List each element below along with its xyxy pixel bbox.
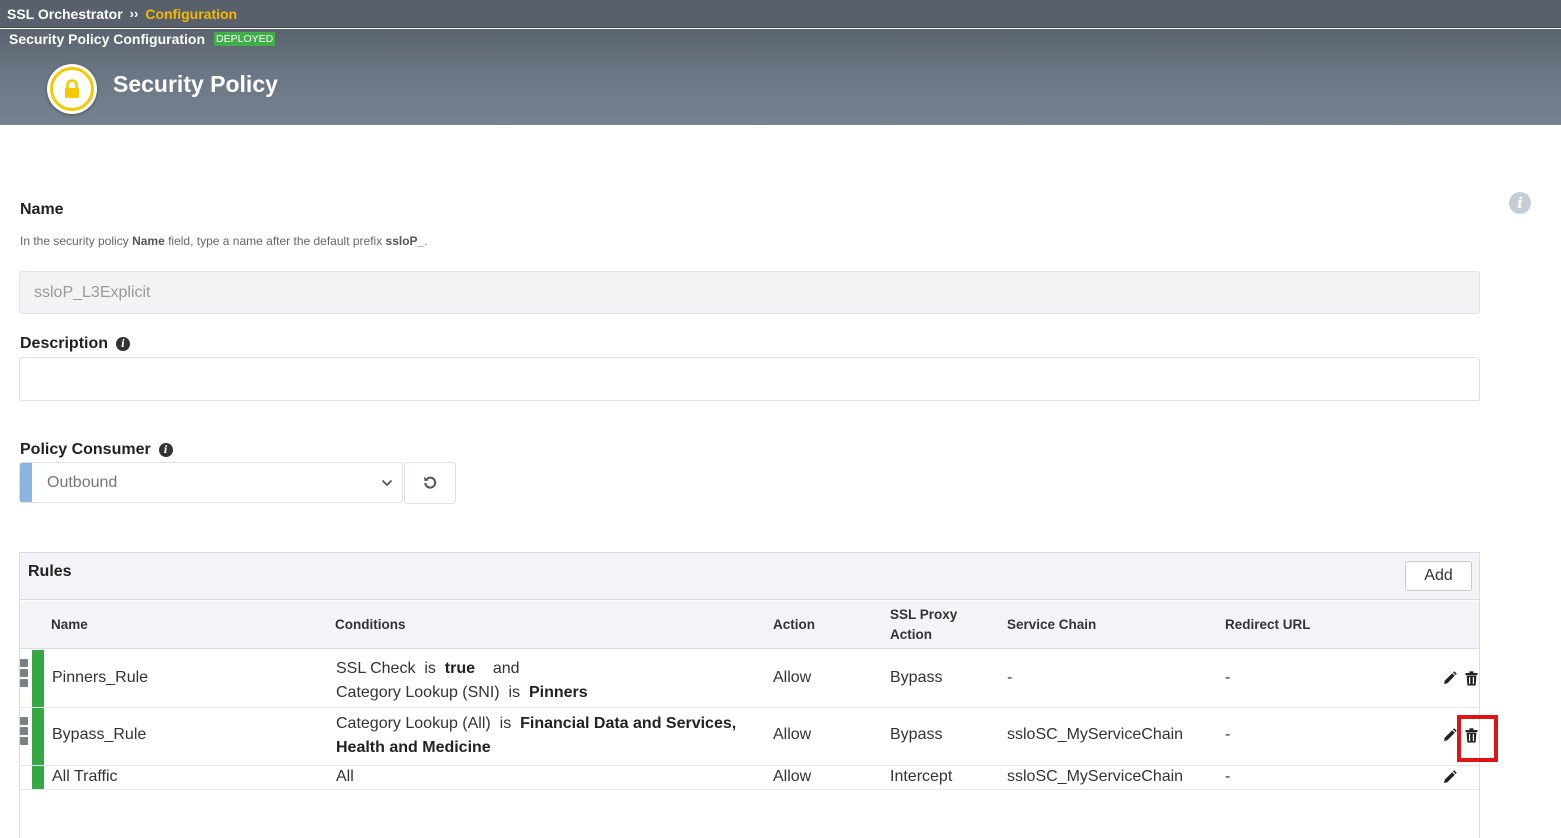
col-redirect-url[interactable]: Redirect URL bbox=[1225, 615, 1311, 635]
pencil-icon[interactable] bbox=[1442, 770, 1457, 785]
pencil-icon[interactable] bbox=[1442, 728, 1457, 743]
rule-conditions: All bbox=[336, 768, 354, 785]
name-label: Name bbox=[20, 201, 64, 219]
trash-icon[interactable] bbox=[1465, 671, 1478, 686]
rule-redirect-url: - bbox=[1225, 726, 1231, 743]
chevron-down-icon bbox=[372, 479, 402, 487]
rule-ssl-action: Intercept bbox=[890, 768, 953, 785]
rule-service-chain: ssloSC_MyServiceChain bbox=[1007, 768, 1184, 785]
rules-header: Rules Add bbox=[20, 553, 1479, 600]
breadcrumb-root[interactable]: SSL Orchestrator bbox=[7, 6, 123, 22]
rule-redirect-url: - bbox=[1225, 669, 1231, 686]
rules-panel: Rules Add Name Conditions Action SSL Pro… bbox=[19, 552, 1480, 838]
rule-name: All Traffic bbox=[52, 768, 118, 785]
status-badge: DEPLOYED bbox=[214, 32, 276, 46]
description-label: Description i bbox=[20, 335, 131, 353]
rule-redirect-url: - bbox=[1225, 768, 1231, 785]
add-rule-button[interactable]: Add bbox=[1405, 561, 1472, 591]
select-accent bbox=[20, 463, 32, 502]
table-row: Pinners_Rule SSL Check is true and Categ… bbox=[20, 650, 1479, 708]
description-input[interactable] bbox=[19, 357, 1480, 401]
breadcrumb-current[interactable]: Configuration bbox=[145, 6, 237, 22]
page-title: Security Policy bbox=[113, 71, 278, 97]
name-hint: In the security policy Name field, type … bbox=[20, 234, 428, 248]
col-action[interactable]: Action bbox=[773, 615, 815, 635]
rule-action: Allow bbox=[773, 726, 812, 743]
rule-conditions: SSL Check is true and Category Lookup (S… bbox=[336, 660, 588, 701]
description-label-text: Description bbox=[20, 335, 109, 352]
policy-consumer-label-text: Policy Consumer bbox=[20, 441, 151, 458]
undo-icon bbox=[424, 476, 437, 489]
table-row: Bypass_Rule Category Lookup (All) is Fin… bbox=[20, 708, 1479, 766]
row-actions bbox=[1442, 770, 1457, 785]
page-banner: Security Policy Configuration DEPLOYED S… bbox=[0, 29, 1561, 125]
pencil-icon[interactable] bbox=[1442, 671, 1457, 686]
rule-service-chain: ssloSC_MyServiceChain bbox=[1007, 726, 1184, 743]
rule-enabled-indicator bbox=[32, 708, 44, 765]
col-name[interactable]: Name bbox=[51, 615, 88, 635]
rule-action: Allow bbox=[773, 768, 812, 785]
lock-icon bbox=[47, 64, 97, 114]
rule-action: Allow bbox=[773, 669, 812, 686]
name-input-value: ssloP_L3Explicit bbox=[34, 283, 151, 301]
breadcrumb: SSL Orchestrator ›› Configuration bbox=[0, 0, 1561, 28]
rules-table-header: Name Conditions Action SSL Proxy Action … bbox=[20, 601, 1479, 649]
policy-consumer-label: Policy Consumer i bbox=[20, 441, 173, 459]
banner-subtitle: Security Policy Configuration DEPLOYED bbox=[9, 31, 276, 47]
policy-consumer-info-icon[interactable]: i bbox=[158, 443, 173, 457]
name-label-text: Name bbox=[20, 201, 64, 218]
rule-name: Bypass_Rule bbox=[52, 726, 147, 743]
col-conditions[interactable]: Conditions bbox=[335, 615, 406, 635]
rule-conditions: Category Lookup (All) is Financial Data … bbox=[336, 715, 737, 756]
col-service-chain[interactable]: Service Chain bbox=[1007, 615, 1096, 635]
info-icon[interactable]: i bbox=[1509, 192, 1531, 214]
breadcrumb-separator: ›› bbox=[129, 6, 139, 21]
rule-enabled-indicator bbox=[32, 766, 44, 789]
highlight-annotation bbox=[1457, 715, 1498, 762]
row-actions bbox=[1442, 671, 1478, 686]
name-input[interactable]: ssloP_L3Explicit bbox=[19, 271, 1480, 314]
col-ssl-proxy-action[interactable]: SSL Proxy Action bbox=[890, 605, 957, 645]
drag-handle-icon[interactable] bbox=[20, 717, 29, 745]
reset-button[interactable] bbox=[404, 462, 456, 504]
rule-service-chain: - bbox=[1007, 669, 1013, 686]
rules-title: Rules bbox=[28, 563, 72, 580]
rule-enabled-indicator bbox=[32, 650, 44, 707]
rule-ssl-action: Bypass bbox=[890, 726, 943, 743]
table-row: All Traffic All Allow Intercept ssloSC_M… bbox=[20, 766, 1479, 790]
rule-ssl-action: Bypass bbox=[890, 669, 943, 686]
drag-handle-icon[interactable] bbox=[20, 659, 29, 687]
banner-subtitle-text: Security Policy Configuration bbox=[9, 31, 206, 47]
rule-name: Pinners_Rule bbox=[52, 669, 149, 686]
policy-consumer-select[interactable]: Outbound bbox=[19, 462, 403, 503]
policy-consumer-value: Outbound bbox=[47, 473, 118, 491]
description-info-icon[interactable]: i bbox=[116, 337, 131, 351]
